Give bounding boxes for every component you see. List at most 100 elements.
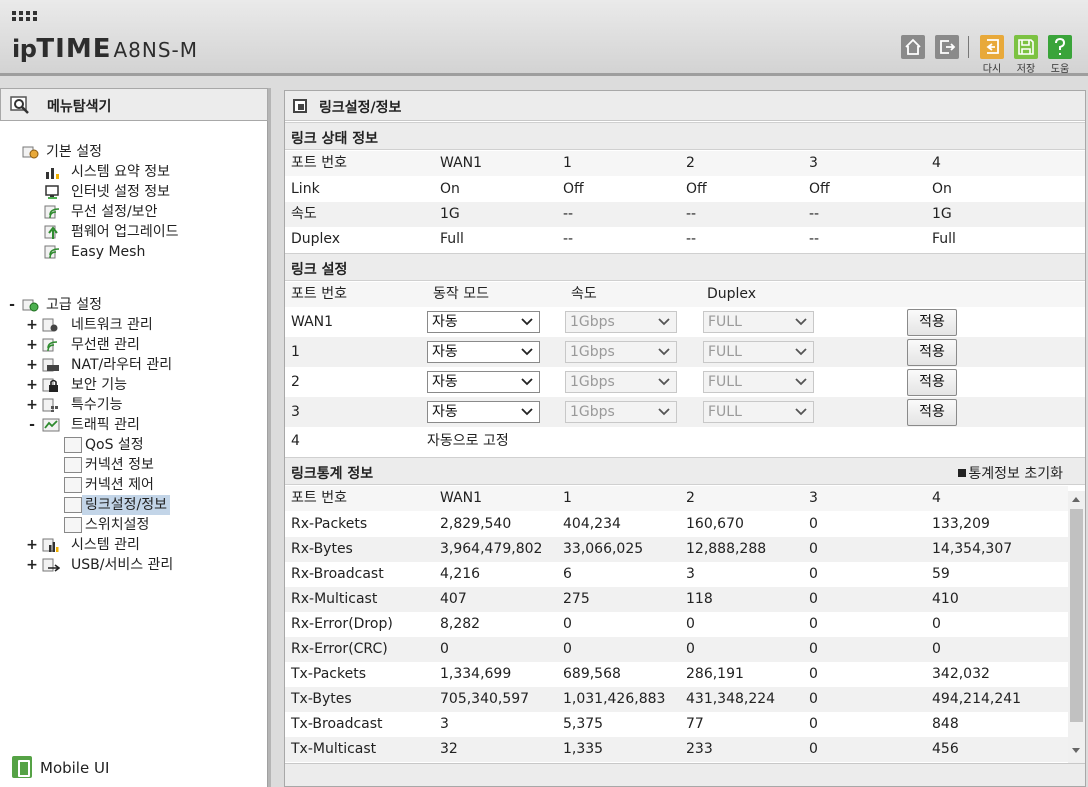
- col-header: 속도: [571, 286, 597, 302]
- cell-value: Off: [809, 181, 830, 197]
- expand-toggle[interactable]: +: [26, 355, 38, 375]
- cell-value: 494,214,241: [932, 691, 1022, 707]
- row-label: Rx-Packets: [291, 516, 368, 532]
- scrollbar-thumb[interactable]: [1070, 509, 1083, 722]
- cell-value: --: [563, 206, 574, 222]
- expand-toggle[interactable]: +: [26, 555, 38, 575]
- mode-select[interactable]: 자동: [427, 371, 540, 393]
- top-header: ipTIME A8NS-M 다시 저장 도움: [0, 0, 1088, 76]
- cell-value: Full: [932, 231, 956, 247]
- scroll-down-arrow-icon[interactable]: [1072, 748, 1080, 753]
- cell-value: 456: [932, 741, 959, 757]
- cell-value: 3,964,479,802: [440, 541, 543, 557]
- cell-value: 407: [440, 591, 467, 607]
- cell-value: 0: [809, 616, 818, 632]
- upgrade-arrow-icon: [44, 225, 58, 239]
- col-header: 포트 번호: [291, 286, 347, 302]
- page-title-bar: 링크설정/정보: [285, 91, 1085, 121]
- cell-value: 286,191: [686, 666, 744, 682]
- chevron-down-icon: [658, 342, 670, 362]
- tree-internet-info-label: 인터넷 설정 정보: [71, 184, 171, 200]
- page-icon: [64, 497, 82, 513]
- expand-toggle[interactable]: +: [26, 335, 38, 355]
- expand-toggle[interactable]: +: [26, 375, 38, 395]
- col-header: WAN1: [440, 155, 483, 171]
- traffic-chart-icon: [42, 418, 60, 432]
- help-button[interactable]: [1048, 35, 1072, 59]
- cell-value: Off: [563, 181, 584, 197]
- home-icon: [905, 38, 921, 55]
- tree-system-mgmt-label: 시스템 관리: [71, 537, 140, 553]
- apply-button[interactable]: 적용: [907, 309, 957, 336]
- row-label: Rx-Error(Drop): [291, 616, 393, 632]
- logout-button[interactable]: [935, 35, 959, 59]
- logout-icon: [940, 40, 956, 54]
- cell-value: 160,670: [686, 516, 744, 532]
- mode-select[interactable]: 자동: [427, 341, 540, 363]
- cell-value: 133,209: [932, 516, 990, 532]
- col-header: 4: [932, 155, 941, 171]
- tree-wireless-security-label: 무선 설정/보안: [71, 204, 158, 220]
- cell-value: 848: [932, 716, 959, 732]
- page-icon: [64, 437, 82, 453]
- col-header: 동작 모드: [433, 286, 489, 302]
- tree-link-settings-label: 링크설정/정보: [82, 495, 170, 515]
- reload-button[interactable]: [980, 35, 1004, 59]
- cell-value: 0: [809, 541, 818, 557]
- link-status-section: 링크 상태 정보: [285, 122, 1085, 150]
- router-icon: [42, 358, 59, 372]
- duplex-value: FULL: [708, 314, 742, 330]
- cell-value: 0: [440, 641, 449, 657]
- menu-explorer: 메뉴탐색기 기본 설정 시스템 요약 정보 인터넷 설정 정보 무선 설정/보안…: [0, 88, 268, 787]
- home-button[interactable]: [901, 35, 925, 59]
- speed-select: 1Gbps: [565, 341, 677, 363]
- cell-value: 404,234: [563, 516, 621, 532]
- col-header: Duplex: [707, 286, 757, 302]
- tree-connection-control-label: 커넥션 제어: [85, 477, 154, 493]
- cell-value: 0: [809, 666, 818, 682]
- save-button[interactable]: [1014, 35, 1038, 59]
- sidebar-splitter[interactable]: [268, 88, 282, 787]
- cell-value: 14,354,307: [932, 541, 1013, 557]
- tree-qos-settings-label: QoS 설정: [85, 437, 144, 453]
- reset-stats-label: 통계정보 초기화: [968, 466, 1063, 482]
- table-row: Rx-Multicast 407 275 118 0 410: [285, 587, 1068, 612]
- mesh-wifi-icon: [44, 245, 60, 259]
- usb-icon: [42, 558, 60, 572]
- apply-button[interactable]: 적용: [907, 399, 957, 426]
- mode-value: 자동: [432, 374, 458, 390]
- reset-stats-link[interactable]: 통계정보 초기화: [958, 463, 1063, 483]
- stats-scrollbar[interactable]: [1068, 491, 1085, 763]
- speed-select: 1Gbps: [565, 401, 677, 423]
- product-logo: ipTIME A8NS-M: [12, 34, 198, 64]
- chevron-down-icon: [795, 312, 807, 332]
- bar-chart-icon: [42, 538, 59, 552]
- table-row: Rx-Broadcast 4,216 6 3 0 59: [285, 562, 1068, 587]
- col-header: 3: [809, 490, 818, 506]
- lock-icon: [42, 378, 58, 392]
- collapse-toggle[interactable]: -: [6, 295, 18, 315]
- mode-select[interactable]: 자동: [427, 401, 540, 423]
- expand-toggle[interactable]: +: [26, 315, 38, 335]
- chevron-down-icon: [795, 402, 807, 422]
- chevron-down-icon: [521, 342, 533, 362]
- row-label: Rx-Multicast: [291, 591, 378, 607]
- mode-select[interactable]: 자동: [427, 311, 540, 333]
- cell-value: 1,031,426,883: [563, 691, 666, 707]
- mobile-ui-label: Mobile UI: [40, 759, 110, 777]
- collapse-toggle[interactable]: -: [26, 415, 38, 435]
- apply-button[interactable]: 적용: [907, 339, 957, 366]
- menu-explorer-label: 메뉴탐색기: [47, 99, 112, 115]
- expand-toggle[interactable]: +: [26, 395, 38, 415]
- expand-toggle[interactable]: +: [26, 535, 38, 555]
- apply-button[interactable]: 적용: [907, 369, 957, 396]
- duplex-value: FULL: [708, 404, 742, 420]
- scroll-up-arrow-icon[interactable]: [1072, 497, 1080, 502]
- config-header-row: 포트 번호 동작 모드 속도 Duplex: [285, 282, 1085, 307]
- stats-header-row: 포트 번호 WAN1 1 2 3 4: [285, 486, 1068, 511]
- tree-connection-info-label: 커넥션 정보: [85, 457, 154, 473]
- cell-value: 275: [563, 591, 590, 607]
- tree-firmware-upgrade-label: 펌웨어 업그레이드: [71, 224, 179, 240]
- cell-value: On: [440, 181, 460, 197]
- page-icon: [64, 457, 82, 473]
